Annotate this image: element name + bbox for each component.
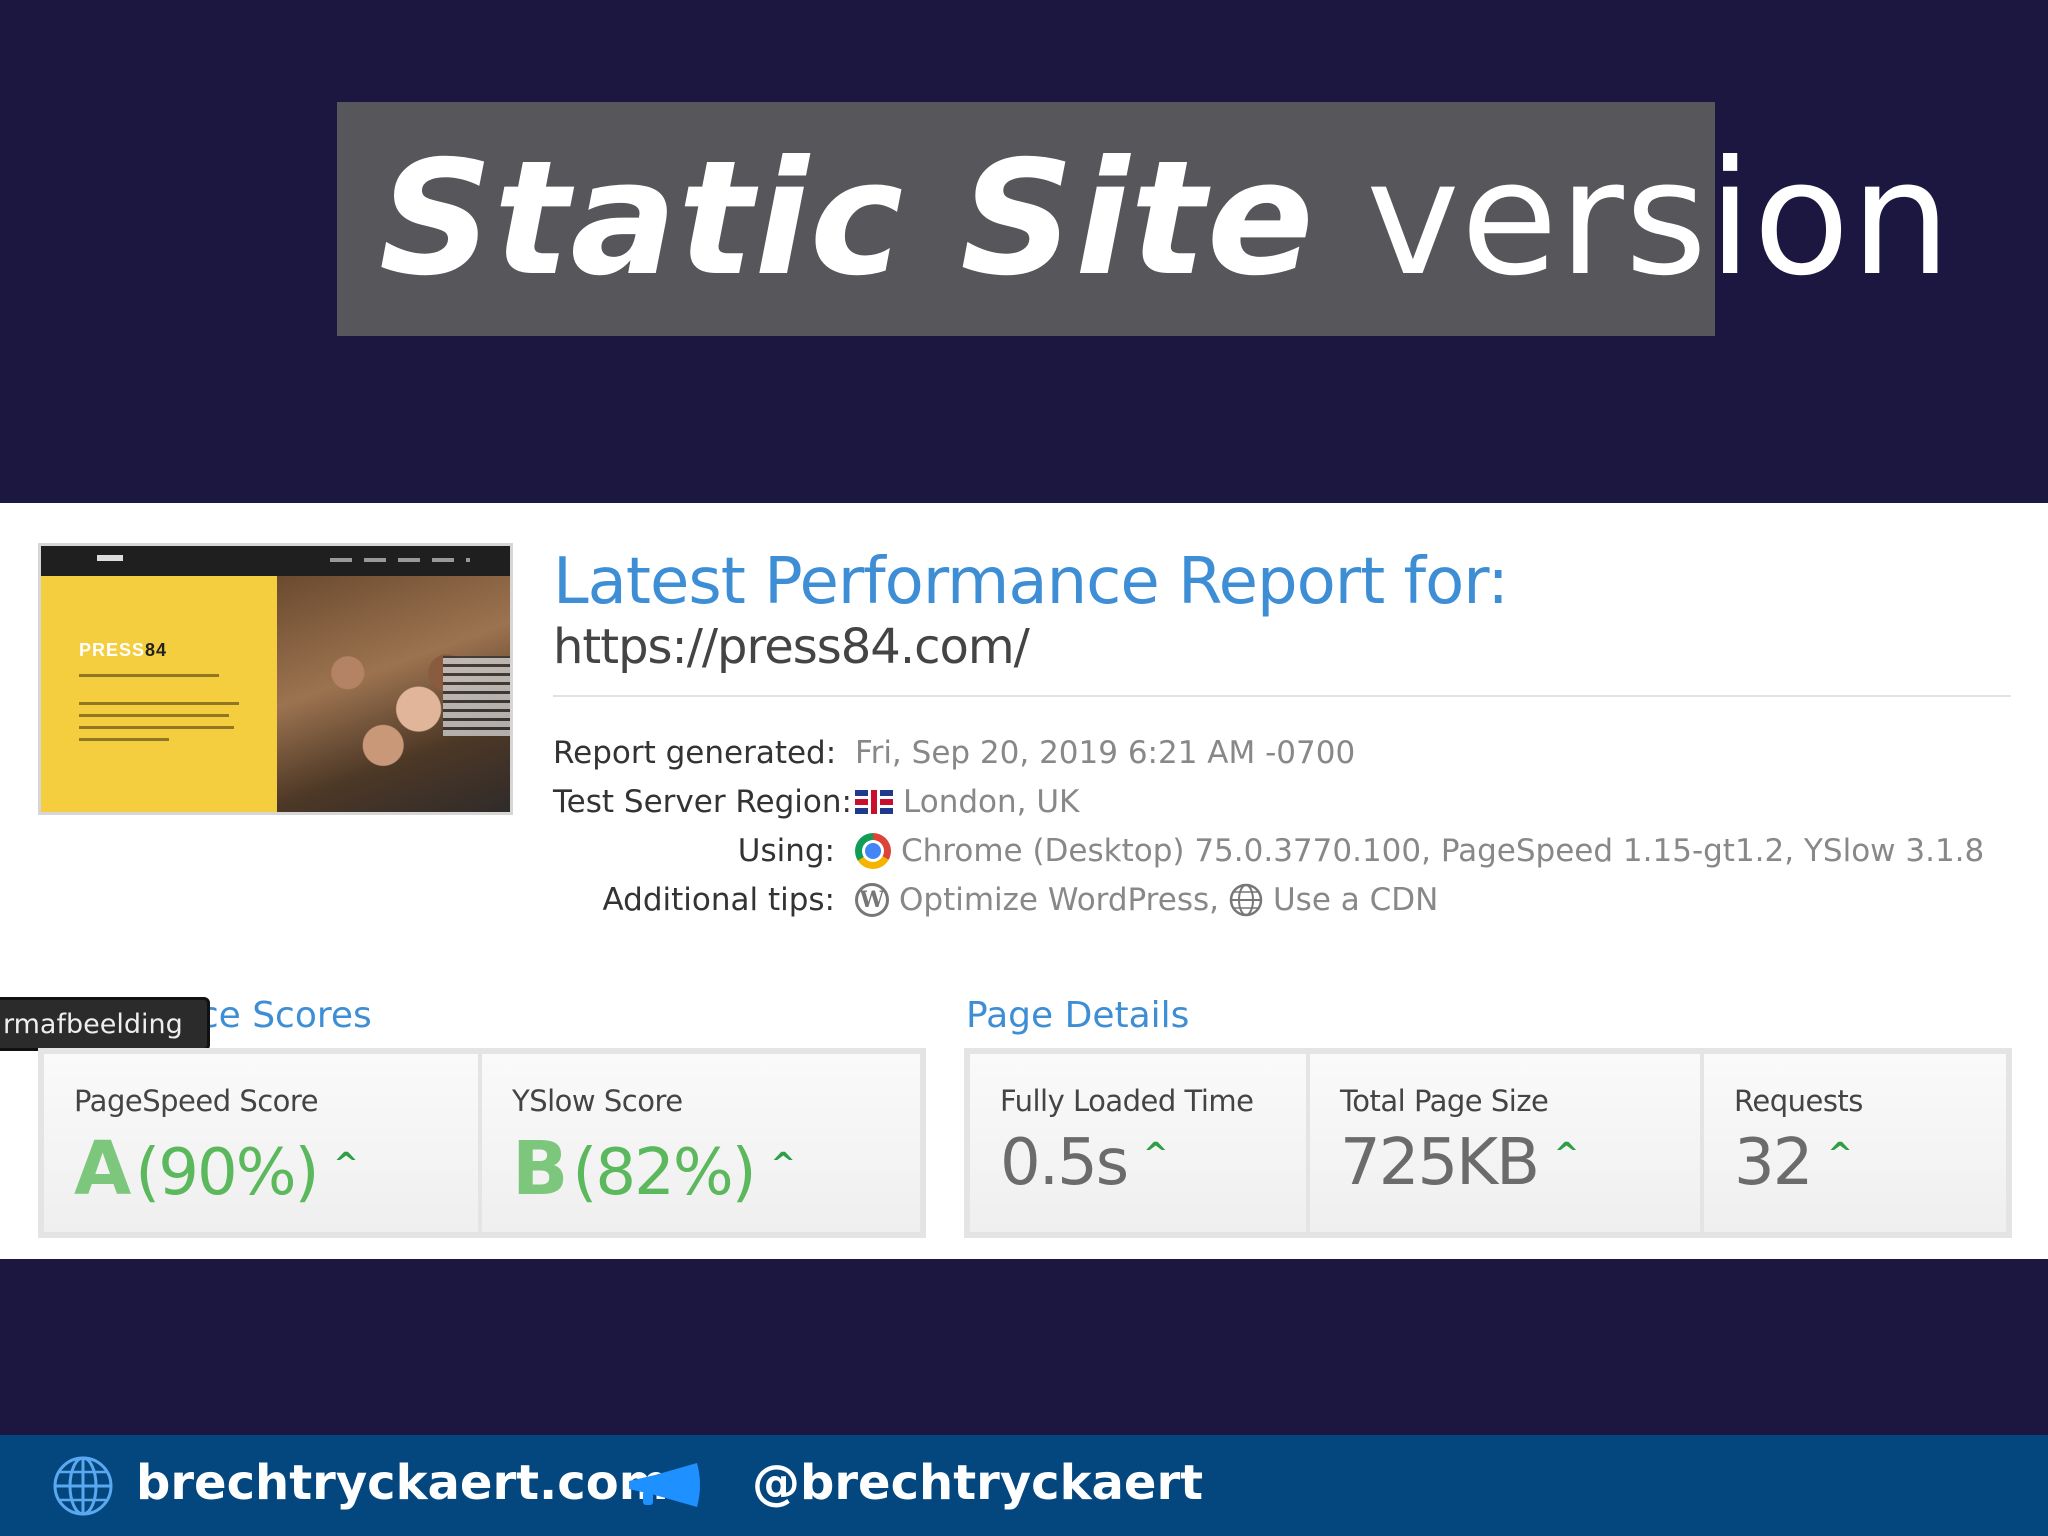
card-label: Requests xyxy=(1734,1084,1863,1118)
scores-cards: PageSpeed Score A (90%) ^ YSlow Score B … xyxy=(38,1048,926,1238)
chevron-up-icon: ^ xyxy=(770,1147,796,1182)
fully-loaded-value: 0.5s xyxy=(1000,1126,1129,1200)
chevron-up-icon: ^ xyxy=(1827,1137,1852,1172)
meta-using: Using: Chrome (Desktop) 75.0.3770.100, P… xyxy=(553,833,2003,873)
card-label: YSlow Score xyxy=(512,1084,683,1118)
tip-use-cdn-link[interactable]: Use a CDN xyxy=(1273,882,1438,918)
page-size-value: 725KB xyxy=(1340,1126,1540,1200)
globe-icon xyxy=(53,1456,113,1516)
slide-title-box: Static Site version xyxy=(337,102,1951,336)
card-label: PageSpeed Score xyxy=(74,1084,319,1118)
chevron-up-icon: ^ xyxy=(1143,1137,1168,1172)
meta-label: Report generated: xyxy=(553,735,837,771)
thumbnail-topbar xyxy=(41,546,510,576)
thumbnail-photo xyxy=(277,576,510,812)
chevron-up-icon: ^ xyxy=(1554,1137,1579,1172)
card-value: B (82%) ^ xyxy=(512,1126,796,1212)
meta-value[interactable]: London, UK xyxy=(903,784,1079,820)
report-panel: PRESS84 Latest Performance Report for: h… xyxy=(0,503,2048,1259)
report-heading: Latest Performance Report for: xyxy=(553,545,1509,619)
wordpress-icon: W xyxy=(855,883,889,917)
yslow-grade: B xyxy=(512,1126,568,1212)
card-value: 0.5s ^ xyxy=(1000,1126,1168,1200)
meta-label: Using: xyxy=(737,833,835,869)
total-page-size-card[interactable]: Total Page Size 725KB ^ xyxy=(1310,1054,1700,1232)
slide-title: Static Site version xyxy=(379,140,1952,298)
site-thumbnail[interactable]: PRESS84 xyxy=(38,543,513,815)
footer-twitter-handle[interactable]: @brechtryckaert xyxy=(752,1455,1203,1511)
meta-server-region: Test Server Region: London, UK xyxy=(553,784,2003,824)
yslow-percent: (82%) xyxy=(572,1136,756,1210)
meta-value: Fri, Sep 20, 2019 6:21 AM -0700 xyxy=(855,735,1356,771)
footer-website-link[interactable]: brechtryckaert.com xyxy=(136,1455,669,1511)
divider xyxy=(553,695,2011,697)
fully-loaded-time-card[interactable]: Fully Loaded Time 0.5s ^ xyxy=(970,1054,1306,1232)
report-url[interactable]: https://press84.com/ xyxy=(553,619,1030,675)
chevron-up-icon: ^ xyxy=(333,1147,358,1182)
tooltip: rmafbeelding xyxy=(0,997,210,1051)
card-label: Total Page Size xyxy=(1340,1084,1549,1118)
tip-optimize-wordpress-link[interactable]: Optimize WordPress, xyxy=(899,882,1219,918)
meta-label: Additional tips: xyxy=(602,882,835,918)
thumbnail-nav xyxy=(330,558,470,562)
details-cards: Fully Loaded Time 0.5s ^ Total Page Size… xyxy=(964,1048,2012,1238)
card-label: Fully Loaded Time xyxy=(1000,1084,1254,1118)
chrome-icon xyxy=(855,833,891,869)
pagespeed-percent: (90%) xyxy=(135,1136,319,1210)
globe-icon xyxy=(1229,883,1263,917)
thumbnail-brand: PRESS84 xyxy=(79,640,168,660)
meta-additional-tips: Additional tips: W Optimize WordPress, U… xyxy=(553,882,2003,922)
thumbnail-logo xyxy=(97,555,123,561)
requests-card[interactable]: Requests 32 ^ xyxy=(1704,1054,2006,1232)
card-value: 725KB ^ xyxy=(1340,1126,1579,1200)
thumbnail-hero: PRESS84 xyxy=(41,576,277,812)
slide-title-rest: version xyxy=(1314,127,1952,311)
footer-bar: brechtryckaert.com @brechtryckaert xyxy=(0,1435,2048,1536)
page-details-title: Page Details xyxy=(966,995,1190,1036)
requests-value: 32 xyxy=(1734,1126,1813,1200)
uk-flag-icon xyxy=(855,790,893,814)
yslow-score-card[interactable]: YSlow Score B (82%) ^ xyxy=(482,1054,920,1232)
pagespeed-grade: A xyxy=(74,1126,131,1212)
slide-title-bold: Static Site xyxy=(379,127,1315,311)
megaphone-icon xyxy=(629,1463,700,1507)
pagespeed-score-card[interactable]: PageSpeed Score A (90%) ^ xyxy=(44,1054,478,1232)
card-value: 32 ^ xyxy=(1734,1126,1853,1200)
meta-report-generated: Report generated: Fri, Sep 20, 2019 6:21… xyxy=(553,735,2003,775)
card-value: A (90%) ^ xyxy=(74,1126,359,1212)
meta-value: Chrome (Desktop) 75.0.3770.100, PageSpee… xyxy=(901,833,1985,869)
meta-label: Test Server Region: xyxy=(553,784,852,820)
